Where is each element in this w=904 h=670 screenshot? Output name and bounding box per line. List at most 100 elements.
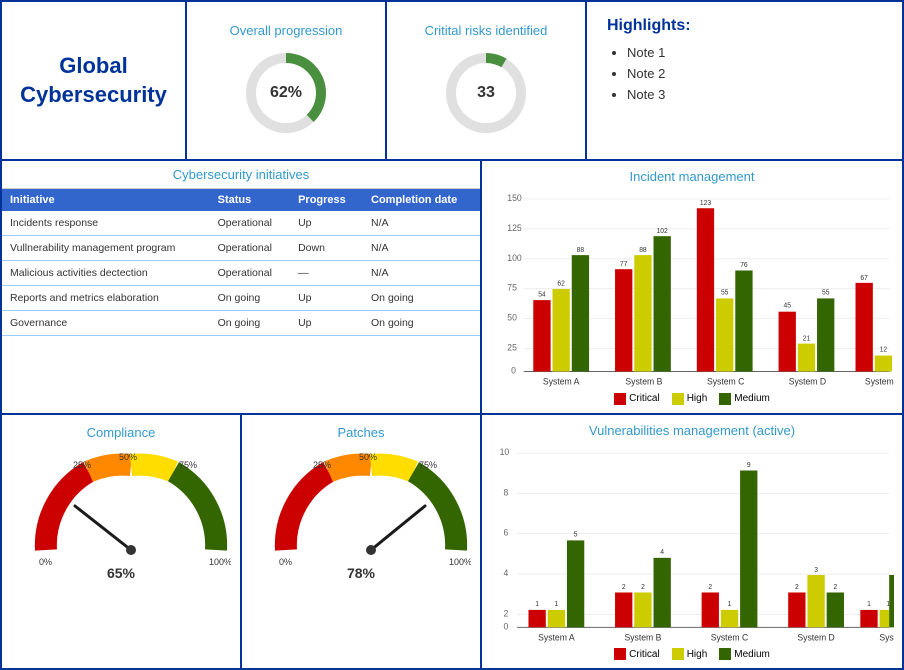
cell-status: On going bbox=[210, 311, 290, 336]
svg-text:67: 67 bbox=[860, 275, 868, 282]
svg-text:1: 1 bbox=[535, 601, 539, 608]
svg-text:25%: 25% bbox=[73, 460, 91, 470]
middle-row: Cybersecurity initiatives Initiative Sta… bbox=[2, 161, 902, 414]
svg-text:100: 100 bbox=[507, 253, 522, 263]
svg-text:2: 2 bbox=[708, 583, 712, 590]
top-row: Global Cybersecurity Overall progression… bbox=[2, 2, 902, 161]
svg-text:1: 1 bbox=[555, 601, 559, 608]
svg-text:6: 6 bbox=[503, 527, 508, 537]
svg-text:9: 9 bbox=[747, 462, 751, 469]
svg-text:System E: System E bbox=[879, 632, 894, 642]
svg-text:12: 12 bbox=[880, 347, 888, 354]
title-line2: Cybersecurity bbox=[20, 82, 167, 107]
incident-title: Incident management bbox=[490, 169, 894, 184]
vuln-critical-swatch bbox=[614, 648, 626, 660]
cell-initiative: Malicious activities dectection bbox=[2, 261, 210, 286]
col-completion: Completion date bbox=[363, 189, 480, 211]
svg-text:System B: System B bbox=[625, 376, 662, 386]
table-row: Incidents response Operational Up N/A bbox=[2, 211, 480, 236]
progression-value: 62% bbox=[270, 84, 302, 102]
svg-text:System B: System B bbox=[624, 632, 661, 642]
svg-text:50%: 50% bbox=[359, 452, 377, 462]
svg-text:100%: 100% bbox=[449, 557, 471, 567]
vuln-medium-label: Medium bbox=[734, 649, 770, 660]
table-row: Reports and metrics elaboration On going… bbox=[2, 286, 480, 311]
cell-progress: — bbox=[290, 261, 363, 286]
cell-progress: Up bbox=[290, 211, 363, 236]
high-color-swatch bbox=[672, 393, 684, 405]
critical-value: 33 bbox=[477, 84, 495, 102]
legend-high-vuln: High bbox=[672, 648, 708, 660]
svg-text:System A: System A bbox=[538, 632, 575, 642]
vuln-high-label: High bbox=[687, 649, 708, 660]
svg-text:10: 10 bbox=[500, 446, 510, 456]
cell-status: Operational bbox=[210, 236, 290, 261]
svg-text:System C: System C bbox=[711, 632, 749, 642]
svg-text:System C: System C bbox=[707, 376, 745, 386]
cell-status: On going bbox=[210, 286, 290, 311]
svg-text:System A: System A bbox=[543, 376, 580, 386]
cell-initiative: Vullnerability management program bbox=[2, 236, 210, 261]
vuln-legend: Critical High Medium bbox=[490, 648, 894, 660]
highlight-item-2: Note 2 bbox=[627, 66, 882, 81]
table-row: Governance On going Up On going bbox=[2, 311, 480, 336]
initiatives-table: Initiative Status Progress Completion da… bbox=[2, 189, 480, 336]
critical-panel: Critital risks identified 33 bbox=[387, 2, 587, 159]
critical-donut: 33 bbox=[441, 48, 531, 138]
svg-text:77: 77 bbox=[620, 261, 628, 268]
svg-text:0: 0 bbox=[511, 365, 516, 375]
svg-text:25%: 25% bbox=[313, 460, 331, 470]
legend-medium-label: Medium bbox=[734, 393, 770, 404]
legend-medium-vuln: Medium bbox=[719, 648, 770, 660]
cell-status: Operational bbox=[210, 261, 290, 286]
highlight-item-1: Note 1 bbox=[627, 45, 882, 60]
svg-text:2: 2 bbox=[503, 608, 508, 618]
compliance-title: Compliance bbox=[87, 425, 156, 440]
svg-text:0%: 0% bbox=[39, 557, 52, 567]
app-title: Global Cybersecurity bbox=[20, 52, 167, 109]
svg-text:2: 2 bbox=[833, 583, 837, 590]
cell-completion: On going bbox=[363, 286, 480, 311]
legend-critical-label: Critical bbox=[629, 393, 660, 404]
title-line1: Global bbox=[59, 53, 127, 78]
svg-text:0: 0 bbox=[503, 621, 508, 631]
svg-text:55: 55 bbox=[822, 290, 830, 297]
svg-text:1: 1 bbox=[728, 601, 732, 608]
svg-text:System E: System E bbox=[865, 376, 894, 386]
svg-text:50: 50 bbox=[507, 313, 517, 323]
svg-text:5: 5 bbox=[574, 531, 578, 538]
incident-chart: 150 125 100 75 50 25 0 bbox=[490, 189, 894, 388]
cell-completion: N/A bbox=[363, 261, 480, 286]
initiatives-panel: Cybersecurity initiatives Initiative Sta… bbox=[2, 161, 482, 412]
svg-text:100%: 100% bbox=[209, 557, 231, 567]
vuln-panel: Vulnerabilities management (active) 10 8… bbox=[482, 415, 902, 668]
table-row: Vullnerability management program Operat… bbox=[2, 236, 480, 261]
cell-completion: N/A bbox=[363, 211, 480, 236]
svg-text:2: 2 bbox=[795, 583, 799, 590]
svg-text:88: 88 bbox=[577, 247, 585, 254]
svg-text:150: 150 bbox=[507, 193, 522, 203]
critical-title: Critital risks identified bbox=[425, 23, 548, 38]
cell-progress: Up bbox=[290, 286, 363, 311]
incident-legend: Critical High Medium bbox=[490, 393, 894, 405]
highlights-panel: Highlights: Note 1 Note 2 Note 3 bbox=[587, 2, 902, 159]
svg-text:System D: System D bbox=[797, 632, 834, 642]
patches-panel: Patches 0 bbox=[242, 415, 482, 668]
svg-text:25: 25 bbox=[507, 342, 517, 352]
col-status: Status bbox=[210, 189, 290, 211]
svg-text:75: 75 bbox=[507, 283, 517, 293]
svg-text:0%: 0% bbox=[279, 557, 292, 567]
svg-text:102: 102 bbox=[657, 228, 668, 235]
svg-text:1: 1 bbox=[867, 601, 871, 608]
cell-initiative: Incidents response bbox=[2, 211, 210, 236]
cell-completion: On going bbox=[363, 311, 480, 336]
vuln-medium-swatch bbox=[719, 648, 731, 660]
svg-text:54: 54 bbox=[538, 292, 546, 299]
svg-text:123: 123 bbox=[700, 200, 711, 207]
patches-gauge: 0% 25% 50% 75% 100% bbox=[271, 450, 451, 560]
highlights-list: Note 1 Note 2 Note 3 bbox=[607, 45, 882, 102]
initiatives-title: Cybersecurity initiatives bbox=[2, 161, 480, 189]
svg-text:45: 45 bbox=[783, 303, 791, 310]
vuln-high-swatch bbox=[672, 648, 684, 660]
table-row: Malicious activities dectection Operatio… bbox=[2, 261, 480, 286]
